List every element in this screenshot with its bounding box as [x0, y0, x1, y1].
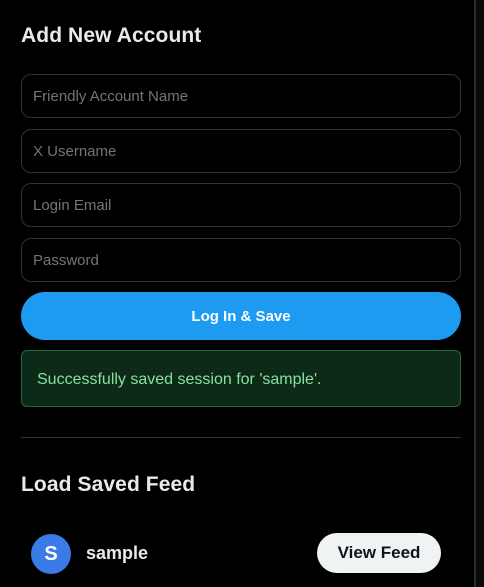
saved-account-name: sample [86, 543, 149, 563]
x-username-input[interactable] [21, 129, 461, 173]
friendly-account-name-input[interactable] [21, 74, 461, 118]
account-panel: Add New Account Log In & Save Successful… [0, 0, 474, 587]
section-divider [21, 437, 461, 438]
scrollbar-track[interactable] [476, 0, 484, 587]
success-status-message: Successfully saved session for 'sample'. [21, 350, 461, 407]
view-feed-button[interactable]: View Feed [317, 533, 441, 573]
saved-account-row: S sample View Feed [21, 529, 461, 579]
password-input[interactable] [21, 238, 461, 282]
avatar: S [31, 534, 71, 574]
load-feed-title: Load Saved Feed [21, 473, 196, 496]
add-account-title: Add New Account [21, 24, 202, 47]
login-email-input[interactable] [21, 183, 461, 227]
log-in-and-save-button[interactable]: Log In & Save [21, 292, 461, 340]
